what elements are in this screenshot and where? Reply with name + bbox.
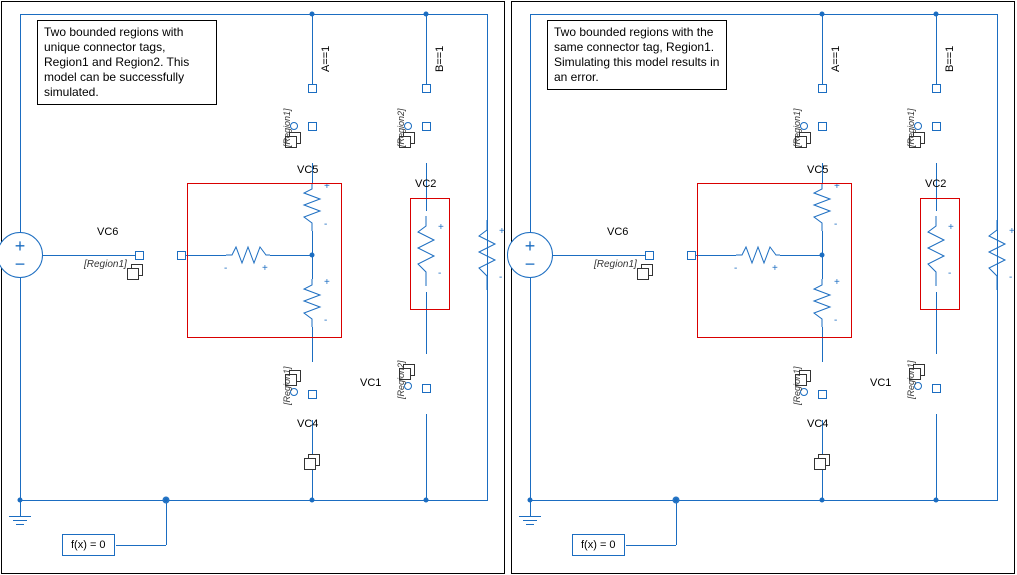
tag-port (135, 251, 144, 260)
wire-b-3 (426, 414, 427, 500)
node (310, 498, 315, 503)
label-vc4: VC4 (807, 418, 828, 430)
comparison-frame: Two bounded regions with unique connecto… (0, 0, 1017, 575)
node (934, 498, 939, 503)
tag-label: [Region1] (792, 366, 802, 405)
wire-inner-upper-b (426, 14, 427, 89)
wire-b-3 (936, 414, 937, 500)
wire-solver-h (626, 545, 676, 546)
wire-inner-upper-a (312, 14, 313, 89)
wire-solver-v (166, 500, 167, 545)
tag-port (932, 384, 941, 393)
tag-port (645, 251, 654, 260)
left-description: Two bounded regions with unique connecto… (37, 20, 217, 105)
tag-label: [Region1] (282, 108, 292, 147)
voltage-source-icon (0, 232, 43, 278)
voltage-source-icon (507, 232, 553, 278)
node (674, 498, 679, 503)
label-vc5: VC5 (297, 164, 318, 176)
label-b: B==1 (434, 46, 446, 72)
tag-label: [Region1] (282, 366, 292, 405)
wire-inner-upper-a (822, 14, 823, 89)
label-vc1: VC1 (870, 377, 891, 389)
node (310, 12, 315, 17)
node (820, 498, 825, 503)
tag-label: [Region1] (906, 108, 916, 147)
solver-block: f(x) = 0 (62, 534, 115, 556)
resistor-right: + - (987, 220, 1007, 290)
label-vc1: VC1 (360, 377, 381, 389)
solver-block: f(x) = 0 (572, 534, 625, 556)
tag-icon (127, 264, 143, 280)
resistor-right: + - (477, 220, 497, 290)
region-box-2 (410, 198, 450, 310)
wire-top (530, 14, 998, 15)
wire-top (20, 14, 488, 15)
port-a (308, 84, 317, 93)
label-vc6: VC6 (97, 226, 118, 238)
tag-port (932, 122, 941, 131)
tag-port (422, 384, 431, 393)
panel-right: Two bounded regions with the same connec… (511, 1, 1015, 574)
port-b (422, 84, 431, 93)
tag-port (687, 251, 696, 260)
tag-label: [Region1] (792, 108, 802, 147)
right-description: Two bounded regions with the same connec… (547, 20, 727, 90)
label-vc2: VC2 (415, 178, 436, 190)
tag-label: [Region1] (906, 360, 916, 399)
node (424, 498, 429, 503)
tag-icon (637, 264, 653, 280)
wire-left-lower (530, 278, 531, 500)
wire-solver-h (116, 545, 166, 546)
wire-solver-v (676, 500, 677, 545)
wire-left-upper (530, 14, 531, 232)
node (934, 12, 939, 17)
tag-label-vc6: [Region1] (84, 259, 127, 270)
label-vc5: VC5 (807, 164, 828, 176)
panel-left: Two bounded regions with unique connecto… (1, 1, 505, 574)
tag-label-vc6: [Region1] (594, 259, 637, 270)
port-a (818, 84, 827, 93)
label-vc2: VC2 (925, 178, 946, 190)
region-box-1 (697, 183, 852, 338)
wire-inner-upper-b (936, 14, 937, 89)
port-b (932, 84, 941, 93)
tag-port (308, 390, 317, 399)
tag-icon (814, 454, 830, 470)
label-b: B==1 (944, 46, 956, 72)
wire-left-lower (20, 278, 21, 500)
tag-port (818, 390, 827, 399)
node (164, 498, 169, 503)
label-vc6: VC6 (607, 226, 628, 238)
tag-port (177, 251, 186, 260)
region-box-1 (187, 183, 342, 338)
tag-label: [Region2] (396, 108, 406, 147)
tag-port (308, 122, 317, 131)
label-a: A==1 (830, 46, 842, 72)
tag-label: [Region2] (396, 360, 406, 399)
wire-bottom (530, 500, 998, 501)
wire-bottom (20, 500, 488, 501)
wire-left-upper (20, 14, 21, 232)
node (820, 12, 825, 17)
label-a: A==1 (320, 46, 332, 72)
region-box-2 (920, 198, 960, 310)
tag-port (818, 122, 827, 131)
tag-port (422, 122, 431, 131)
node (424, 12, 429, 17)
label-vc4: VC4 (297, 418, 318, 430)
tag-icon (304, 454, 320, 470)
